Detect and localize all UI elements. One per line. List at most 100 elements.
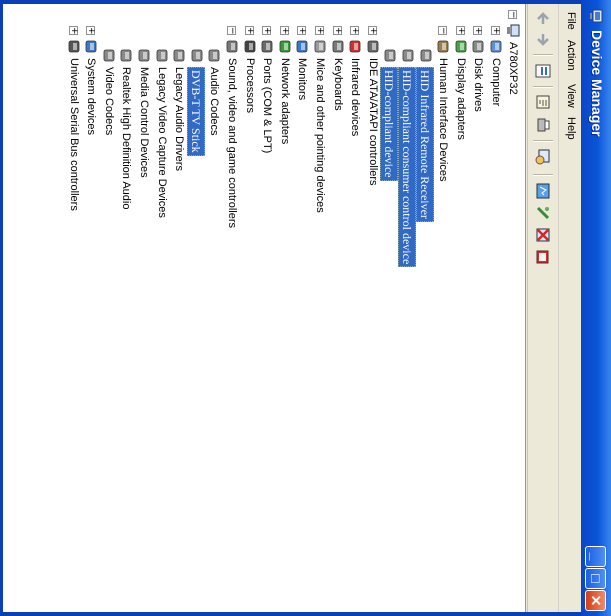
infrared-icon (349, 40, 361, 53)
properties-icon[interactable] (534, 62, 552, 80)
toolbar (527, 4, 558, 612)
tree-item-label: Realtek High Definition Audio (120, 67, 133, 210)
expand-toggle[interactable]: + (315, 26, 325, 35)
monitor-icon (297, 40, 308, 53)
tree-item-label: IDE ATA/ATAPI controllers (366, 58, 379, 186)
tree-item-label: HID Infrared Remote Receiver (415, 67, 434, 222)
update-driver-icon[interactable] (534, 182, 552, 200)
tree-child-item[interactable]: DVB-T TV Stick (186, 48, 205, 468)
hid-device-icon (420, 49, 432, 62)
usb-icon (68, 40, 80, 53)
tree-item-label: Infrared devices (349, 58, 362, 137)
tree-category[interactable]: + Network adapters (277, 26, 293, 446)
maximize-icon: □ (588, 574, 604, 583)
refresh-icon[interactable] (534, 94, 552, 112)
tree-child-item[interactable]: Media Control Devices (136, 48, 152, 468)
audio-codec-icon (191, 49, 203, 62)
tree-category[interactable]: + IDE ATA/ATAPI controllers (365, 26, 381, 446)
expand-toggle[interactable]: + (332, 26, 343, 35)
audio-codec-icon (156, 49, 168, 62)
expand-toggle[interactable]: + (473, 26, 483, 35)
display-adapter-icon (455, 40, 467, 53)
tree-item-label: Audio Codecs (208, 67, 221, 136)
tree-category[interactable]: + Infrared devices (347, 26, 363, 446)
tree-item-label: Processors (243, 58, 256, 114)
tree-category[interactable]: + System devices (83, 26, 99, 446)
hid-icon (437, 40, 449, 53)
uninstall-icon[interactable] (534, 204, 552, 222)
tree-category[interactable]: + Ports (COM & LPT) (259, 26, 275, 446)
forward-icon[interactable] (534, 30, 552, 48)
scan-icon[interactable] (534, 148, 552, 166)
network-icon (279, 40, 291, 53)
expand-toggle[interactable]: + (491, 26, 501, 35)
tree-root[interactable]: − A780XP32 (505, 10, 521, 210)
collapse-toggle[interactable]: − (508, 10, 518, 19)
tree-child-item[interactable]: Legacy Video Capture Devices (154, 48, 170, 468)
sound-icon (226, 40, 238, 53)
tree-category[interactable]: + Monitors (294, 26, 310, 446)
tree-category[interactable]: + Keyboards (330, 26, 346, 446)
computer-icon (490, 40, 502, 53)
tree-category[interactable]: + Mice and other pointing devices (312, 26, 328, 446)
hid-device-icon (385, 49, 396, 62)
tree-item-label: Video Codecs (102, 67, 115, 136)
collapse-toggle[interactable]: − (227, 26, 237, 35)
tree-category[interactable]: + Universal Serial Bus controllers (66, 26, 82, 446)
tree-child-item[interactable]: Audio Codecs (206, 48, 222, 468)
tree-item-label: HID-compliant device (380, 67, 399, 181)
mouse-icon (314, 40, 326, 53)
close-button[interactable]: ✕ (585, 590, 606, 611)
print-icon[interactable] (534, 116, 552, 134)
tree-child-item[interactable]: Video Codecs (101, 48, 117, 468)
toolbar-separator (533, 54, 553, 56)
cancel-icon[interactable] (534, 248, 552, 266)
expand-toggle[interactable]: + (86, 26, 96, 35)
tree-category[interactable]: − Sound, video and game controllers (224, 26, 240, 446)
audio-codec-icon (138, 49, 150, 62)
toolbar-separator (533, 140, 553, 142)
expand-toggle[interactable]: + (455, 26, 466, 35)
expand-toggle[interactable]: + (68, 26, 79, 35)
menu-file[interactable]: File (565, 12, 577, 30)
tree-child-item[interactable]: Legacy Audio Drivers (171, 48, 187, 468)
tree-child-item[interactable]: Realtek High Definition Audio (118, 48, 134, 468)
tree-category[interactable]: + Disk drives (470, 26, 486, 446)
menu-help[interactable]: Help (565, 117, 577, 140)
tree-item-label: Computer (490, 58, 502, 107)
tree-item-label: Disk drives (472, 58, 485, 112)
collapse-toggle[interactable]: − (438, 26, 448, 35)
tree-item-label: Legacy Video Capture Devices (155, 67, 168, 218)
tree-child-item[interactable]: HID-compliant device (380, 48, 399, 468)
window-title: Device Manager (589, 30, 605, 137)
tree-child-item[interactable]: HID Infrared Remote Receiver (415, 48, 434, 468)
device-manager-icon (590, 9, 603, 23)
expand-toggle[interactable]: + (350, 26, 360, 35)
audio-codec-icon (209, 49, 220, 62)
device-tree[interactable]: − A780XP32 + Computer + Disk drives + Display… (3, 4, 526, 612)
disable-icon[interactable] (534, 226, 552, 244)
minimize-button[interactable]: _ (585, 546, 606, 567)
tree-category[interactable]: + Processors (242, 26, 258, 446)
tree-child-item[interactable]: HID-compliant consumer control device (398, 48, 416, 468)
expand-toggle[interactable]: + (367, 26, 378, 35)
tree-root-label: A780XP32 (507, 42, 519, 95)
title-bar[interactable]: Device Manager _ □ ✕ (581, 0, 611, 616)
port-icon (261, 40, 273, 53)
expand-toggle[interactable]: + (297, 26, 307, 35)
maximize-button[interactable]: □ (585, 568, 606, 589)
menu-view[interactable]: View (565, 84, 577, 108)
menu-action[interactable]: Action (565, 40, 577, 71)
tree-item-label: Mice and other pointing devices (314, 58, 326, 213)
tree-category[interactable]: + Computer (488, 26, 504, 446)
expand-toggle[interactable]: + (244, 26, 255, 35)
tree-item-label: Human Interface Devices (437, 58, 450, 182)
expand-toggle[interactable]: + (262, 26, 272, 35)
audio-codec-icon (173, 49, 185, 62)
tree-item-label: Legacy Audio Drivers (173, 67, 186, 171)
tree-item-label: HID-compliant consumer control device (398, 67, 416, 268)
tree-category[interactable]: − Human Interface Devices (435, 26, 451, 446)
expand-toggle[interactable]: + (279, 26, 290, 35)
tree-category[interactable]: + Display adapters (453, 26, 469, 446)
back-icon[interactable] (534, 10, 552, 28)
